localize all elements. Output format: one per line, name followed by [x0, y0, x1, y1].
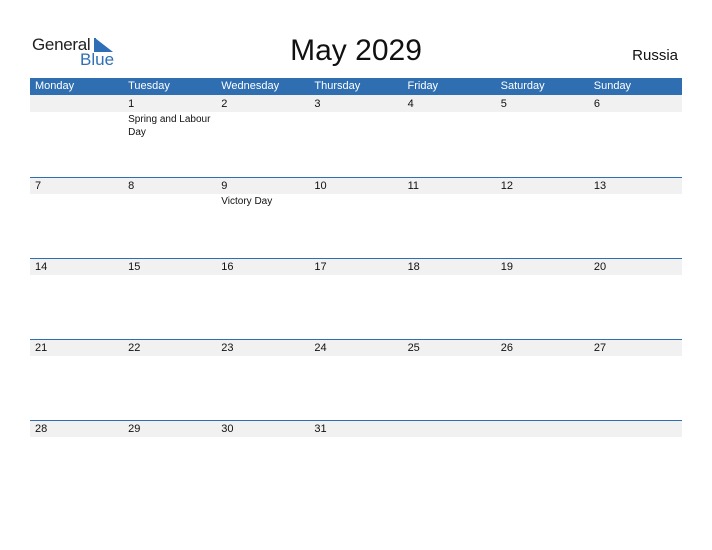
day-number: 1 [128, 98, 135, 110]
weekday-wednesday: Wednesday [221, 80, 280, 92]
day-cell [403, 420, 496, 501]
week-row: 28 29 30 31 [30, 420, 682, 501]
weekday-monday: Monday [35, 80, 75, 92]
day-number: 13 [593, 180, 607, 192]
weekday-tuesday: Tuesday [128, 80, 170, 92]
week-row: 21 22 23 24 25 26 27 [30, 339, 682, 420]
day-number: 4 [407, 98, 414, 110]
day-cell: 11 [403, 177, 496, 258]
day-number: 28 [35, 423, 48, 435]
day-cell: 8 [123, 177, 216, 258]
weekday-header: Monday Tuesday Wednesday Thursday Friday… [30, 78, 682, 95]
day-cell: 27 [589, 339, 682, 420]
day-number: 27 [593, 342, 607, 354]
day-number: 25 [407, 342, 420, 354]
day-cell: 18 [403, 258, 496, 339]
day-number: 10 [314, 180, 327, 192]
day-cell: 3 [309, 95, 402, 176]
day-number: 24 [314, 342, 327, 354]
day-number: 17 [314, 261, 327, 273]
day-cell: 14 [30, 258, 123, 339]
day-number: 20 [593, 261, 607, 273]
weekday-saturday: Saturday [500, 80, 545, 92]
day-cell: 9 Victory Day [216, 177, 309, 258]
day-cell: 19 [496, 258, 589, 339]
day-cell: 25 [403, 339, 496, 420]
week-row: 7 8 9 Victory Day 10 11 12 13 [30, 177, 682, 258]
day-cell: 22 [123, 339, 216, 420]
day-cell: 29 [123, 420, 216, 501]
holiday-event: Spring and Labour Day [128, 114, 211, 138]
day-number: 22 [128, 342, 141, 354]
day-cell: 20 [589, 258, 682, 339]
day-cell: 28 [30, 420, 123, 501]
day-cell [589, 420, 682, 501]
day-cell: 23 [216, 339, 309, 420]
weekday-thursday: Thursday [314, 80, 361, 92]
day-cell: 31 [309, 420, 402, 501]
day-cell: 30 [216, 420, 309, 501]
day-cell: 10 [309, 177, 402, 258]
day-number: 5 [500, 98, 507, 110]
day-cell: 7 [30, 177, 123, 258]
day-cell [30, 95, 123, 176]
day-number: 8 [128, 180, 135, 192]
day-cell: 13 [589, 177, 682, 258]
day-number: 30 [221, 423, 234, 435]
week-row: 1 Spring and Labour Day 2 3 4 5 6 [30, 95, 682, 176]
day-cell: 12 [496, 177, 589, 258]
day-number: 3 [314, 98, 321, 110]
day-number: 26 [500, 342, 513, 354]
day-cell: 26 [496, 339, 589, 420]
weekday-friday: Friday [407, 80, 439, 92]
day-number: 29 [128, 423, 141, 435]
day-number: 9 [221, 180, 228, 192]
calendar-title: May 2029 [290, 34, 422, 67]
day-cell: 17 [309, 258, 402, 339]
day-number: 18 [407, 261, 420, 273]
day-number: 7 [35, 180, 42, 192]
day-number: 16 [221, 261, 234, 273]
day-number: 6 [593, 98, 600, 110]
day-number: 12 [500, 180, 513, 192]
day-number: 2 [221, 98, 228, 110]
day-cell: 1 Spring and Labour Day [123, 95, 216, 176]
day-cell: 24 [309, 339, 402, 420]
day-number: 21 [35, 342, 48, 354]
week-row: 14 15 16 17 18 19 20 [30, 258, 682, 339]
weekday-sunday: Sunday [593, 80, 632, 92]
day-number: 14 [35, 261, 48, 273]
day-cell: 16 [216, 258, 309, 339]
day-number: 19 [500, 261, 513, 273]
holiday-event: Victory Day [221, 196, 273, 207]
day-cell: 15 [123, 258, 216, 339]
day-cell: 2 [216, 95, 309, 176]
day-cell: 6 [589, 95, 682, 176]
day-number: 15 [128, 261, 141, 273]
day-cell: 5 [496, 95, 589, 176]
day-cell [496, 420, 589, 501]
day-cell: 21 [30, 339, 123, 420]
day-number: 11 [407, 180, 419, 192]
day-cell: 4 [403, 95, 496, 176]
day-number: 31 [314, 423, 327, 435]
country-label: Russia [632, 47, 678, 64]
day-number: 23 [221, 342, 234, 354]
